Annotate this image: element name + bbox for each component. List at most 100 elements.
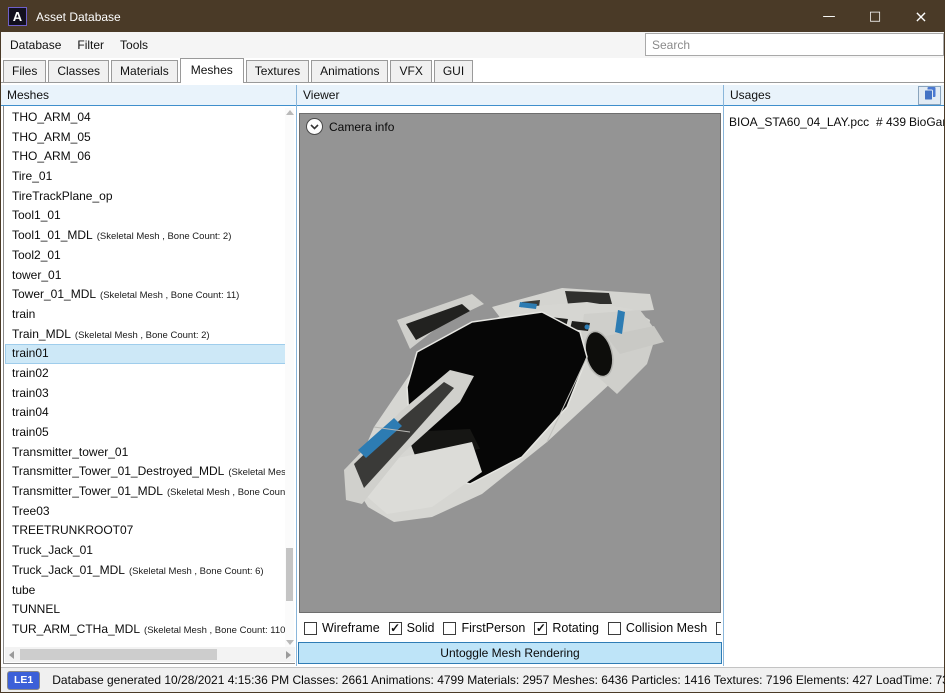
mesh-list-item[interactable]: Tree03 [5,502,286,522]
scroll-left-icon[interactable] [9,651,14,659]
menu-item-filter[interactable]: Filter [70,33,111,57]
mesh-name: Tool2_01 [12,248,61,262]
camera-info-label: Camera info [329,120,394,134]
mesh-list-item[interactable]: Tool2_01 [5,246,286,266]
scroll-down-icon[interactable] [286,640,294,645]
mesh-subinfo: (Skeletal Mesh , Bone Count: 6) [129,566,264,577]
tab-meshes[interactable]: Meshes [180,58,244,83]
mesh-list-item[interactable]: train [5,305,286,325]
checkbox-wireframe[interactable]: Wireframe [304,621,380,635]
mesh-list-item[interactable]: train05 [5,423,286,443]
tab-classes[interactable]: Classes [48,60,109,82]
menu-bar: DatabaseFilterTools [1,32,944,58]
scroll-right-icon[interactable] [286,651,291,659]
titlebar[interactable]: A Asset Database — □ × [1,1,944,32]
usage-export-number: # 439 [876,115,909,129]
mesh-name: Truck_Jack_01_MDL [12,563,125,577]
mesh-list-item[interactable]: train03 [5,384,286,404]
checkbox-collision-mesh[interactable]: Collision Mesh [608,621,707,635]
tab-textures[interactable]: Textures [246,60,309,82]
mesh-subinfo: (Skeletal Mesh , Bone Count: [167,487,286,498]
checkbox-unchecked-icon[interactable] [608,622,621,635]
mesh-name: train05 [12,425,49,439]
search-input[interactable] [645,33,944,56]
usage-file-name: BIOA_STA60_04_LAY.pcc [729,115,876,129]
chevron-down-icon[interactable] [306,118,323,135]
usage-row[interactable]: BIOA_STA60_04_LAY.pcc# 439BioGar [724,112,944,132]
menu-item-database[interactable]: Database [3,33,68,57]
usage-context: BioGar [909,115,944,129]
checkbox-unchecked-icon[interactable] [716,622,721,635]
mesh-viewport[interactable]: Camera info [299,113,721,613]
mesh-list-item[interactable]: Train_MDL(Skeletal Mesh , Bone Count: 2) [5,325,286,345]
status-bar: LE1 Database generated 10/28/2021 4:15:3… [1,667,944,692]
untoggle-mesh-rendering-button[interactable]: Untoggle Mesh Rendering [298,642,722,664]
mesh-name: TREETRUNKROOT07 [12,523,133,537]
checkbox-checked-icon[interactable]: ✓ [389,622,402,635]
splitter-left[interactable] [296,85,297,666]
checkbox-label: FirstPerson [461,621,525,635]
copy-usages-button[interactable] [918,86,941,105]
mesh-list-item[interactable]: tower_01 [5,266,286,286]
menu-item-tools[interactable]: Tools [113,33,155,57]
close-button[interactable]: × [898,1,944,32]
tab-animations[interactable]: Animations [311,60,388,82]
tab-gui[interactable]: GUI [434,60,473,82]
mesh-render-car [300,114,720,612]
mesh-name: Tree03 [12,504,50,518]
checkbox-solid[interactable]: ✓Solid [389,621,435,635]
mesh-list-item[interactable]: Tire_01 [5,167,286,187]
checkbox-rotating[interactable]: ✓Rotating [534,621,599,635]
mesh-list-item[interactable]: THO_ARM_06 [5,147,286,167]
vertical-scrollbar[interactable] [285,108,294,647]
checkbox-checked-icon[interactable]: ✓ [534,622,547,635]
vertical-scroll-thumb[interactable] [286,548,293,601]
mesh-list-item[interactable]: Truck_Jack_01 [5,541,286,561]
tab-files[interactable]: Files [3,60,46,82]
mesh-list-item[interactable]: Transmitter_Tower_01_Destroyed_MDL(Skele… [5,462,286,482]
checkbox-firstperson[interactable]: FirstPerson [443,621,525,635]
mesh-list-item[interactable]: Tower_01_MDL(Skeletal Mesh , Bone Count:… [5,285,286,305]
mesh-name: tower_01 [12,268,61,282]
mesh-list-item[interactable]: THO_ARM_04 [5,108,286,128]
mesh-name: TireTrackPlane_op [12,189,113,203]
mesh-list-item[interactable]: Tool1_01_MDL(Skeletal Mesh , Bone Count:… [5,226,286,246]
mesh-list-item[interactable]: THO_ARM_05 [5,128,286,148]
mesh-list-item[interactable]: train02 [5,364,286,384]
game-badge: LE1 [7,671,40,690]
checkbox-label: Wireframe [322,621,380,635]
mesh-list-item[interactable]: TUR_ARM_CTHa_MDL (Skeletal Mesh , Bone Co… [5,620,286,640]
mesh-name: Train_MDL [12,327,71,341]
minimize-button[interactable]: — [806,1,852,32]
mesh-list-item[interactable]: TUNNEL [5,600,286,620]
tab-vfx[interactable]: VFX [390,60,431,82]
mesh-name: TUR_ARM_CTHa_MDL [12,622,140,636]
mesh-list-item[interactable]: Transmitter_Tower_01_MDL(Skeletal Mesh ,… [5,482,286,502]
camera-info-expander[interactable]: Camera info [306,118,394,135]
tab-materials[interactable]: Materials [111,60,178,82]
mesh-list-item[interactable]: train04 [5,403,286,423]
mesh-list-item[interactable]: TireTrackPlane_op [5,187,286,207]
mesh-list-item[interactable]: Truck_Jack_01_MDL (Skeletal Mesh , Bone C… [5,561,286,581]
checkbox-unchecked-icon[interactable] [304,622,317,635]
mesh-subinfo: (Skeletal Mesh , Bone Count: 110) [144,625,286,636]
mesh-name: Transmitter_tower_01 [12,445,128,459]
mesh-list-item[interactable]: tube [5,581,286,601]
maximize-button[interactable]: □ [852,1,898,32]
horizontal-scrollbar[interactable] [5,647,295,662]
mesh-name: THO_ARM_05 [12,130,91,144]
mesh-name: Tower_01_MDL [12,287,96,301]
window-controls: — □ × [806,1,944,32]
horizontal-scroll-thumb[interactable] [20,649,217,660]
scroll-up-icon[interactable] [286,110,294,115]
mesh-list-item[interactable]: Transmitter_tower_01 [5,443,286,463]
usages-list: BIOA_STA60_04_LAY.pcc# 439BioGar [724,106,944,664]
mesh-list-item[interactable]: train01 [5,344,286,364]
checkbox-sho[interactable]: Sho [716,621,721,635]
panel-headers: Meshes Viewer Usages [1,85,944,106]
mesh-list-item[interactable]: TREETRUNKROOT07 [5,521,286,541]
app-icon: A [8,7,27,26]
mesh-name: tube [12,583,35,597]
mesh-list-item[interactable]: Tool1_01 [5,206,286,226]
checkbox-unchecked-icon[interactable] [443,622,456,635]
